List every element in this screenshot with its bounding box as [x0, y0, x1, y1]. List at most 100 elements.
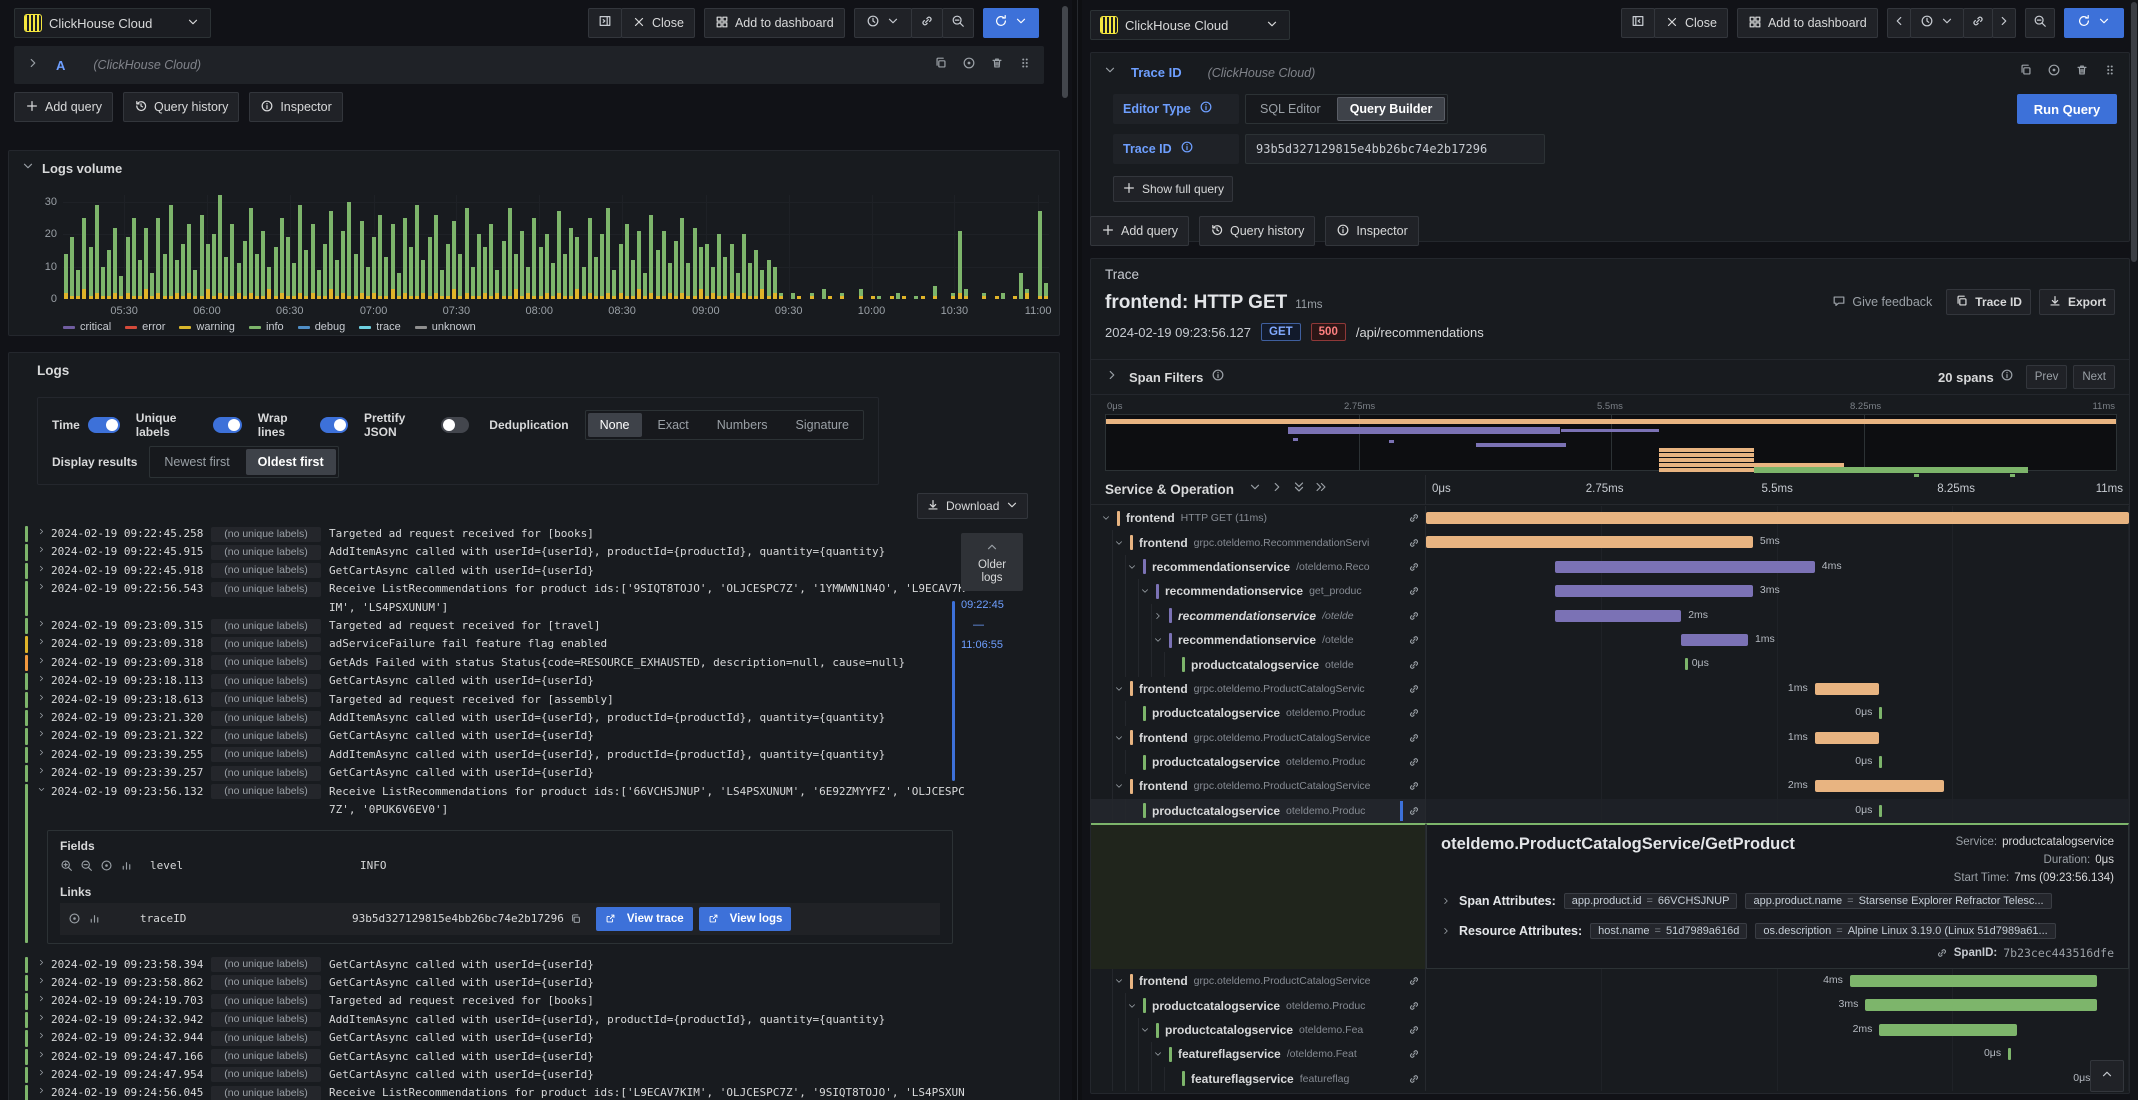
dedup-option-exact[interactable]: Exact: [644, 411, 703, 439]
close-split-button[interactable]: Close: [621, 8, 695, 38]
show-full-query-button[interactable]: Show full query: [1113, 176, 1234, 202]
chevron-down-icon[interactable]: [1103, 63, 1117, 82]
collapse-span-icon[interactable]: [1114, 976, 1128, 986]
span-timeline-cell[interactable]: 1ms: [1426, 725, 2129, 750]
span-row[interactable]: productcatalogservice oteldemo.Produc 3ms: [1091, 993, 2129, 1018]
expand-span-icon[interactable]: [1153, 611, 1167, 621]
time-shift-forward-button[interactable]: [1991, 8, 2016, 38]
toggle-unique-labels[interactable]: [213, 417, 242, 433]
expand-log-icon[interactable]: [37, 727, 51, 740]
run-query-button[interactable]: Run Query: [2017, 94, 2117, 124]
expand-log-icon[interactable]: [37, 746, 51, 759]
display-option-oldest-first[interactable]: Oldest first: [245, 449, 336, 475]
span-tree-cell[interactable]: frontend grpc.oteldemo.ProductCatalogServ…: [1091, 676, 1426, 702]
expand-log-icon[interactable]: [37, 956, 51, 969]
span-link-icon[interactable]: [1408, 561, 1420, 573]
legend-item-unknown[interactable]: unknown: [414, 321, 476, 333]
datasource-picker-right[interactable]: ClickHouse Cloud: [1090, 10, 1290, 40]
span-timeline-cell[interactable]: 4ms: [1426, 969, 2129, 994]
log-row[interactable]: 2024-02-19 09:23:39.257 (no unique labels…: [9, 764, 1055, 782]
span-link-icon[interactable]: [1408, 1073, 1420, 1085]
span-tree-cell[interactable]: productcatalogservice oteldemo.Produc: [1091, 993, 1426, 1018]
view-trace-button[interactable]: View trace: [595, 906, 693, 931]
span-row[interactable]: recommendationservice/otelde 2ms: [1091, 603, 2129, 628]
display-option-newest-first[interactable]: Newest first: [150, 447, 243, 477]
span-tree-cell[interactable]: productcatalogservice oteldemo.Produc: [1091, 798, 1426, 824]
delete-query-icon[interactable]: [990, 56, 1004, 75]
expand-log-icon[interactable]: [37, 654, 51, 667]
add-query-button-left[interactable]: Add query: [14, 92, 113, 122]
span-timeline-cell[interactable]: 0μs: [1426, 1066, 2129, 1092]
span-tree-cell[interactable]: recommendationservice/otelde: [1091, 603, 1426, 628]
span-row[interactable]: productcatalogservice oteldemo.Produc 0μs: [1091, 798, 2129, 824]
crosshair-icon[interactable]: [100, 859, 113, 872]
expand-log-icon[interactable]: [37, 1029, 51, 1042]
collapse-one-icon[interactable]: [1248, 480, 1262, 499]
legend-item-trace[interactable]: trace: [359, 321, 401, 333]
share-link-button-left[interactable]: [910, 8, 943, 38]
span-row[interactable]: frontend HTTP GET (11ms): [1091, 506, 2129, 531]
span-timeline-cell[interactable]: 0μs: [1426, 701, 2129, 726]
span-row[interactable]: productcatalogservice oteldemo.Produc 0μs: [1091, 749, 2129, 775]
span-tree-cell[interactable]: recommendationservice get_produc: [1091, 579, 1426, 604]
legend-item-info[interactable]: info: [248, 321, 284, 333]
span-link-icon[interactable]: [1408, 1024, 1420, 1036]
expand-log-icon[interactable]: [37, 617, 51, 630]
span-timeline-cell[interactable]: 2ms: [1426, 774, 2129, 799]
inspector-button-right[interactable]: Inspector: [1325, 216, 1419, 246]
span-timeline-cell[interactable]: 0μs: [1426, 798, 2129, 824]
log-row[interactable]: 2024-02-19 09:22:45.918 (no unique labels…: [9, 562, 1055, 580]
span-link-icon[interactable]: [1408, 1000, 1420, 1012]
toggle-prettify-json[interactable]: [440, 417, 470, 433]
filter-out-icon[interactable]: [80, 859, 93, 872]
copy-icon[interactable]: [570, 913, 582, 925]
log-row[interactable]: 2024-02-19 09:23:09.315 (no unique labels…: [9, 617, 1055, 635]
span-filters-label[interactable]: Span Filters: [1129, 370, 1203, 385]
time-picker-right[interactable]: [1909, 8, 1964, 38]
export-button[interactable]: Export: [2038, 289, 2115, 315]
span-tree-cell[interactable]: productcatalogservice oteldemo.Produc: [1091, 749, 1426, 775]
time-shift-back-button[interactable]: [1886, 8, 1911, 38]
chevron-right-icon[interactable]: [1105, 368, 1119, 387]
collapse-log-icon[interactable]: [37, 783, 51, 796]
expand-log-icon[interactable]: [37, 1048, 51, 1061]
span-tree-cell[interactable]: frontend grpc.oteldemo.ProductCatalogServ…: [1091, 774, 1426, 799]
span-tree-cell[interactable]: frontend HTTP GET (11ms): [1091, 506, 1426, 531]
log-row[interactable]: 2024-02-19 09:24:32.944 (no unique labels…: [9, 1029, 1055, 1047]
span-link-icon[interactable]: [1408, 512, 1420, 524]
split-close-right-button[interactable]: [588, 8, 622, 38]
stats-icon[interactable]: [88, 912, 101, 925]
collapse-span-icon[interactable]: [1153, 635, 1167, 645]
span-timeline-cell[interactable]: 2ms: [1426, 1017, 2129, 1043]
log-row[interactable]: 2024-02-19 09:23:56.132 (no unique labels…: [9, 783, 1055, 944]
collapse-span-icon[interactable]: [1140, 1025, 1154, 1035]
span-row[interactable]: frontend grpc.oteldemo.RecommendationServ…: [1091, 530, 2129, 555]
expand-log-icon[interactable]: [37, 764, 51, 777]
add-to-dashboard-button-right[interactable]: Add to dashboard: [1736, 8, 1878, 38]
log-row[interactable]: 2024-02-19 09:24:32.942 (no unique labels…: [9, 1011, 1055, 1029]
expand-log-icon[interactable]: [37, 525, 51, 538]
left-pane-scrollbar[interactable]: [1062, 6, 1068, 1096]
span-row[interactable]: frontend grpc.oteldemo.ProductCatalogServ…: [1091, 725, 2129, 750]
resource-attributes-row[interactable]: Resource Attributes: host.name = 51d7989a61…: [1441, 923, 2056, 940]
collapse-span-icon[interactable]: [1114, 538, 1128, 548]
disable-query-icon[interactable]: [962, 56, 976, 75]
add-to-dashboard-button-left[interactable]: Add to dashboard: [703, 8, 845, 38]
log-row[interactable]: 2024-02-19 09:23:58.862 (no unique labels…: [9, 974, 1055, 992]
refresh-button-left[interactable]: [982, 8, 1039, 38]
crosshair-icon[interactable]: [68, 912, 81, 925]
datasource-picker-left[interactable]: ClickHouse Cloud: [14, 8, 211, 38]
expand-log-icon[interactable]: [37, 709, 51, 722]
span-row[interactable]: featureflagservice featureflag 0μs: [1091, 1066, 2129, 1092]
span-timeline-cell[interactable]: 0μs: [1426, 652, 2129, 677]
span-link-icon[interactable]: [1408, 756, 1420, 768]
log-row[interactable]: 2024-02-19 09:23:18.113 (no unique labels…: [9, 672, 1055, 690]
span-timeline-cell[interactable]: 4ms: [1426, 554, 2129, 580]
span-row[interactable]: frontend grpc.oteldemo.ProductCatalogServ…: [1091, 969, 2129, 994]
span-tree-cell[interactable]: frontend grpc.oteldemo.ProductCatalogServ…: [1091, 725, 1426, 750]
log-row[interactable]: 2024-02-19 09:24:47.954 (no unique labels…: [9, 1066, 1055, 1084]
expand-log-icon[interactable]: [37, 562, 51, 575]
disable-query-icon[interactable]: [2047, 63, 2061, 82]
collapse-all-icon[interactable]: [1292, 480, 1306, 499]
span-tree-cell[interactable]: productcatalogservice otelde: [1091, 652, 1426, 677]
